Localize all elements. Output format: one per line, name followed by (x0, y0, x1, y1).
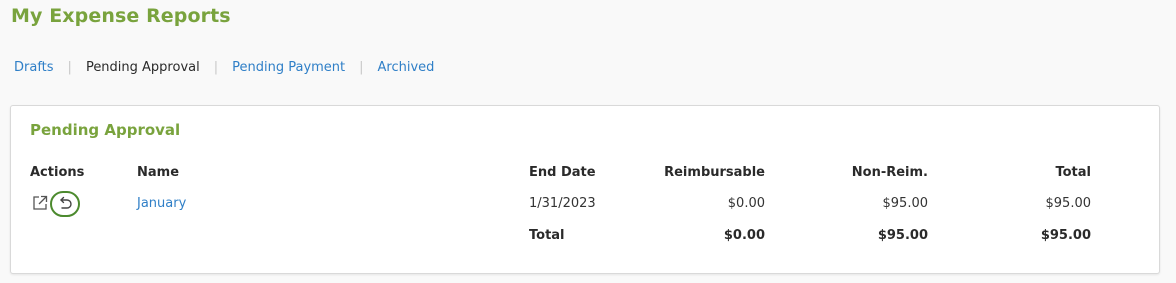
report-name-link[interactable]: January (137, 195, 186, 213)
totals-total: $95.00 (1040, 228, 1091, 243)
totals-reimbursable: $0.00 (723, 228, 765, 243)
total-value: $95.00 (1045, 196, 1092, 211)
tab-separator: | (213, 60, 219, 75)
tab-pending-payment[interactable]: Pending Payment (232, 59, 345, 77)
page-title: My Expense Reports (11, 5, 231, 27)
column-header-end-date: End Date (529, 165, 596, 180)
undo-recall-icon[interactable] (50, 191, 80, 217)
reimbursable-value: $0.00 (727, 196, 765, 211)
tab-separator: | (359, 60, 364, 75)
panel-title: Pending Approval (30, 121, 181, 139)
column-header-reimbursable: Reimbursable (664, 165, 765, 180)
column-header-non-reim: Non-Reim. (851, 165, 928, 180)
tab-drafts[interactable]: Drafts (14, 59, 54, 77)
totals-label: Total (529, 228, 565, 243)
end-date-value: 1/31/2023 (529, 196, 596, 211)
non-reim-value: $95.00 (882, 196, 929, 211)
report-status-tabs: Drafts | Pending Approval | Pending Paym… (14, 59, 434, 77)
open-in-new-icon[interactable] (30, 193, 50, 213)
column-header-total: Total (1055, 165, 1091, 180)
column-header-name: Name (137, 165, 180, 180)
tab-pending-approval[interactable]: Pending Approval (86, 59, 200, 77)
expense-reports-page: My Expense Reports Drafts | Pending Appr… (0, 0, 1176, 283)
tab-separator: | (67, 60, 72, 75)
pending-approval-panel: Pending Approval Actions Name End Date R… (10, 105, 1160, 274)
tab-archived[interactable]: Archived (378, 59, 435, 77)
column-header-actions: Actions (30, 165, 85, 180)
totals-non-reim: $95.00 (877, 228, 928, 243)
